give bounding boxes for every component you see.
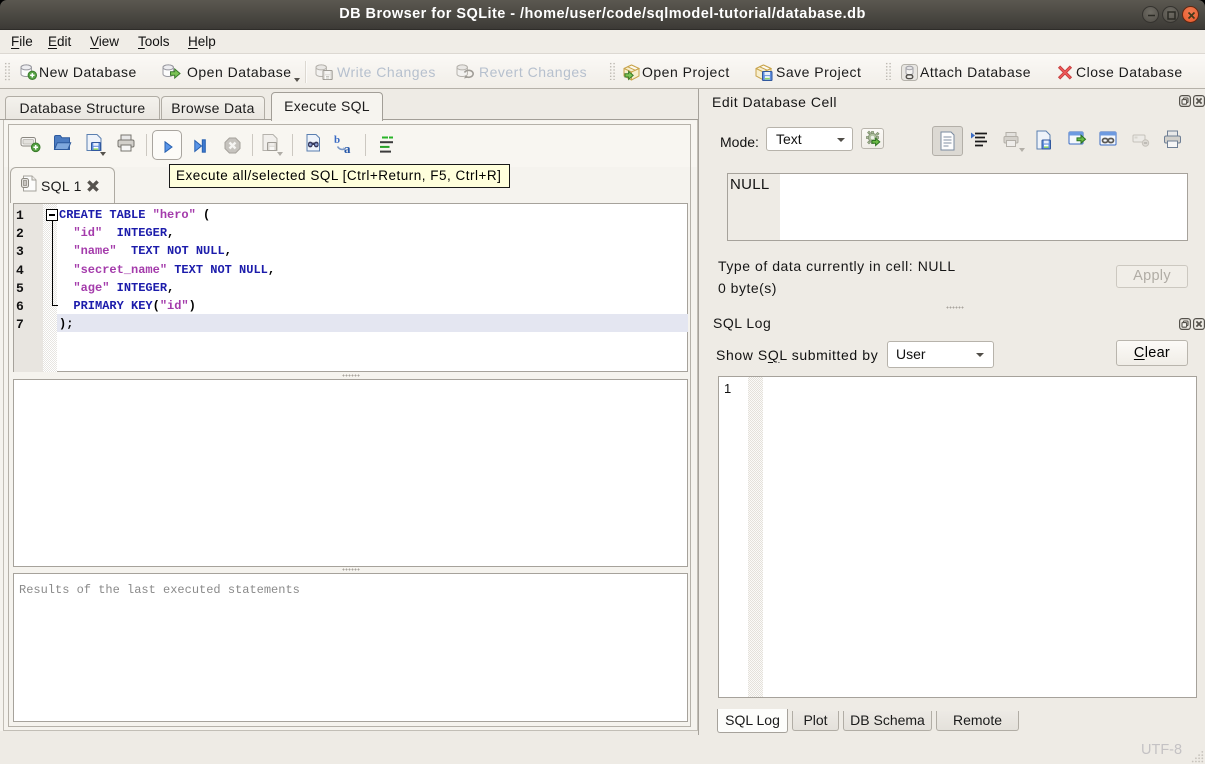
svg-text:a: a <box>344 141 351 154</box>
svg-text:b: b <box>334 134 340 146</box>
